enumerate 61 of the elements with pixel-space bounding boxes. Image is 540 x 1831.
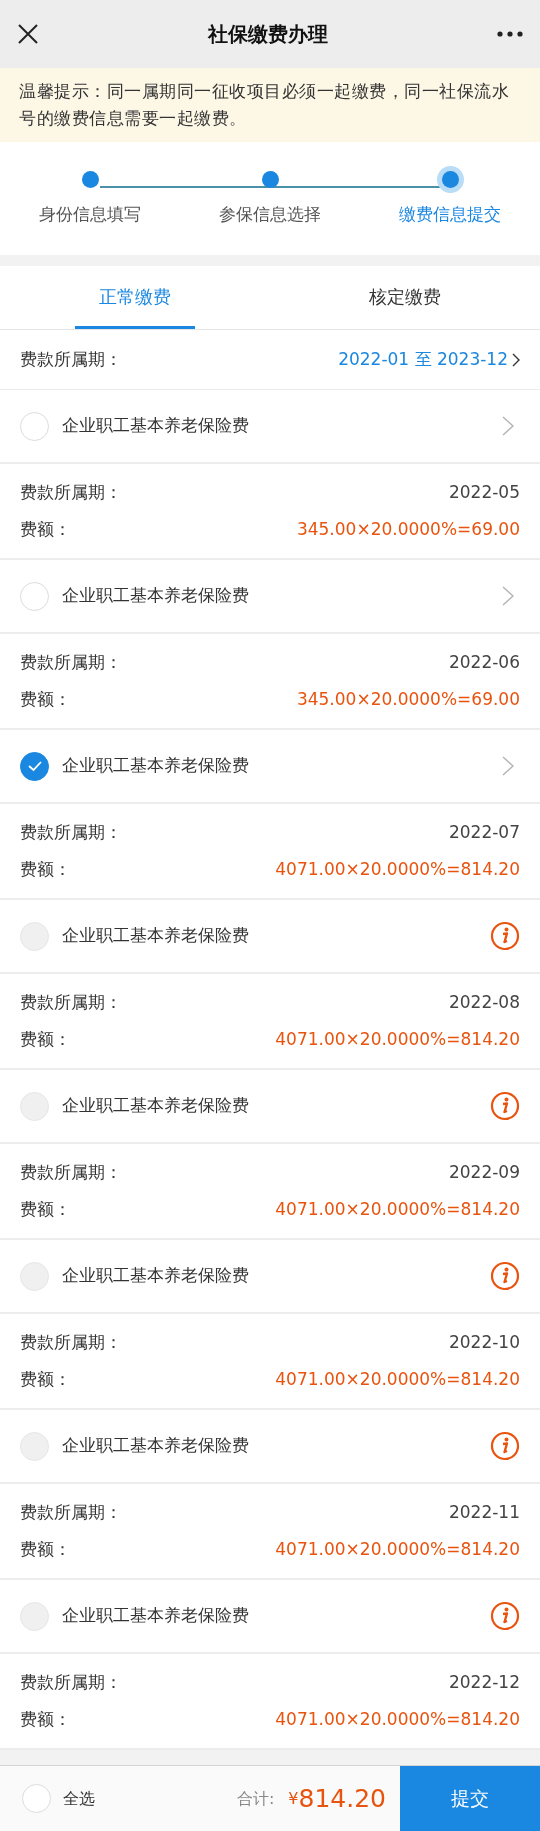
field-label: 费款所属期： bbox=[20, 990, 122, 1014]
checkbox[interactable] bbox=[20, 751, 49, 781]
amount-value: 345.00×20.0000%=69.00 bbox=[296, 688, 520, 711]
item-name: 企业职工基本养老保险费 bbox=[62, 1604, 249, 1628]
field-label: 费额： bbox=[20, 1538, 71, 1561]
field-label: 费额： bbox=[20, 1368, 71, 1391]
period-value: 2022-06 bbox=[448, 650, 520, 674]
item-name: 企业职工基本养老保险费 bbox=[62, 1434, 249, 1458]
submit-button[interactable]: 提交 bbox=[400, 1766, 540, 1831]
field-label: 费款所属期： bbox=[20, 1330, 122, 1354]
select-all-label[interactable]: 全选 bbox=[63, 1786, 95, 1811]
item-name: 企业职工基本养老保险费 bbox=[62, 1264, 249, 1288]
item-name: 企业职工基本养老保险费 bbox=[62, 754, 249, 778]
field-label: 费额： bbox=[20, 518, 71, 541]
period-value: 2022-11 bbox=[448, 1500, 520, 1524]
close-icon[interactable] bbox=[17, 23, 39, 45]
field-label: 费额： bbox=[20, 688, 71, 711]
item-name: 企业职工基本养老保险费 bbox=[62, 584, 249, 608]
chevron-right-icon[interactable] bbox=[502, 416, 514, 436]
item-name: 企业职工基本养老保险费 bbox=[62, 1094, 249, 1118]
field-label: 费额： bbox=[20, 1028, 71, 1051]
field-label: 费额： bbox=[20, 1198, 71, 1221]
amount-value: 4071.00×20.0000%=814.20 bbox=[275, 1538, 520, 1561]
field-label: 费款所属期： bbox=[20, 1500, 122, 1524]
amount-value: 4071.00×20.0000%=814.20 bbox=[275, 1368, 520, 1391]
checkmark-icon bbox=[26, 760, 43, 772]
period-value: 2022-07 bbox=[448, 820, 520, 844]
total-amount: 814.20 bbox=[298, 1782, 386, 1815]
amount-value: 4071.00×20.0000%=814.20 bbox=[275, 1028, 520, 1051]
item-name: 企业职工基本养老保险费 bbox=[62, 924, 249, 948]
period-value: 2022-05 bbox=[448, 480, 520, 504]
field-label: 费款所属期： bbox=[20, 1670, 122, 1694]
chevron-right-icon bbox=[512, 352, 520, 367]
field-label: 费款所属期： bbox=[20, 1160, 122, 1184]
chevron-right-icon[interactable] bbox=[502, 756, 514, 776]
field-label: 费款所属期： bbox=[20, 347, 122, 371]
step-label: 参保信息选择 bbox=[219, 203, 321, 226]
notice-banner: 温馨提示：同一属期同一征收项目必须一起缴费，同一社保流水号的缴费信息需要一起缴费。 bbox=[0, 68, 540, 142]
page-title: 社保缴费办理 bbox=[208, 21, 328, 48]
field-label: 费额： bbox=[20, 1708, 71, 1731]
more-icon[interactable] bbox=[497, 31, 523, 37]
step-label: 身份信息填写 bbox=[39, 203, 141, 226]
period-value: 2022-08 bbox=[448, 990, 520, 1014]
field-label: 费款所属期： bbox=[20, 650, 122, 674]
total-label: 合计: bbox=[236, 1787, 275, 1810]
tab[interactable]: 核定缴费 bbox=[345, 266, 465, 329]
field-label: 费款所属期： bbox=[20, 480, 122, 504]
period-selector[interactable]: 2022-01 至 2023-12 bbox=[338, 346, 508, 373]
amount-value: 4071.00×20.0000%=814.20 bbox=[275, 1708, 520, 1731]
chevron-right-icon[interactable] bbox=[502, 586, 514, 606]
currency-symbol: ¥ bbox=[288, 1787, 299, 1810]
item-name: 企业职工基本养老保险费 bbox=[62, 414, 249, 438]
amount-value: 4071.00×20.0000%=814.20 bbox=[275, 1198, 520, 1221]
step-label: 缴费信息提交 bbox=[399, 203, 501, 226]
period-value: 2022-09 bbox=[448, 1160, 520, 1184]
field-label: 费额： bbox=[20, 858, 71, 881]
amount-value: 345.00×20.0000%=69.00 bbox=[296, 518, 520, 541]
field-label: 费款所属期： bbox=[20, 820, 122, 844]
period-value: 2022-12 bbox=[448, 1670, 520, 1694]
period-value: 2022-10 bbox=[448, 1330, 520, 1354]
amount-value: 4071.00×20.0000%=814.20 bbox=[275, 858, 520, 881]
